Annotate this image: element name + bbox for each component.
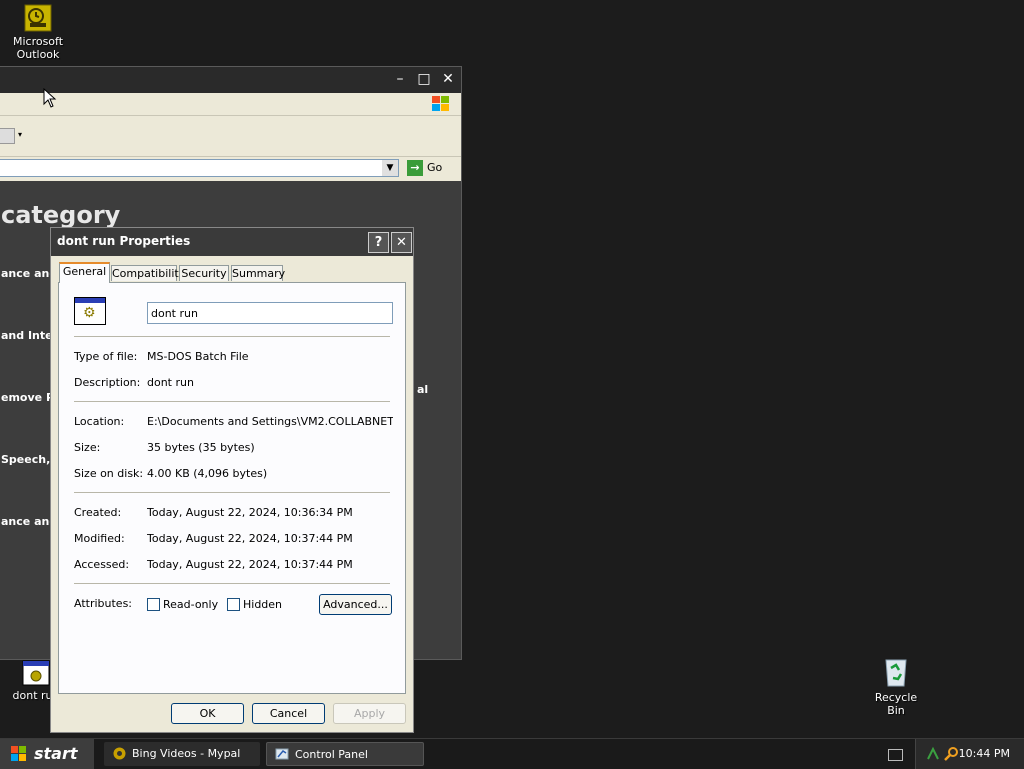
taskbar: start Bing Videos - Mypal Control Panel … xyxy=(0,738,1024,769)
dialog-titlebar: dont run Properties ? ✕ xyxy=(51,228,413,256)
type-value: MS-DOS Batch File xyxy=(147,350,249,363)
taskbar-button-control-panel[interactable]: Control Panel xyxy=(266,742,424,766)
desktop-icon-label: Recycle Bin xyxy=(874,691,918,717)
tab-general[interactable]: General xyxy=(59,262,110,283)
ok-button[interactable]: OK xyxy=(171,703,244,724)
dialog-title: dont run Properties xyxy=(57,234,191,248)
batch-file-icon: ⚙ xyxy=(74,297,106,325)
size-on-disk-value: 4.00 KB (4,096 bytes) xyxy=(147,467,268,480)
address-input[interactable]: ▼ xyxy=(0,159,399,177)
clock[interactable]: 10:44 PM xyxy=(959,747,1010,760)
go-button[interactable]: → Go xyxy=(407,159,457,177)
task-label: Control Panel xyxy=(295,748,368,761)
maximize-button[interactable]: □ xyxy=(415,71,433,88)
general-tab-panel: ⚙ Type of file: MS-DOS Batch File Descri… xyxy=(58,282,406,694)
control-panel-titlebar: – □ ✕ xyxy=(0,67,461,93)
accessed-label: Accessed: xyxy=(74,558,130,571)
network-arrow-icon[interactable] xyxy=(926,746,940,762)
keyboard-icon[interactable] xyxy=(888,749,903,761)
accessed-value: Today, August 22, 2024, 10:37:44 PM xyxy=(147,558,353,571)
hidden-checkbox[interactable] xyxy=(227,598,240,611)
search-icon[interactable] xyxy=(944,746,960,762)
size-label: Size: xyxy=(74,441,101,454)
mouse-cursor-icon xyxy=(43,88,57,108)
readonly-label: Read-only xyxy=(163,598,219,611)
created-value: Today, August 22, 2024, 10:36:34 PM xyxy=(147,506,353,519)
menu-bar xyxy=(0,93,461,116)
created-label: Created: xyxy=(74,506,122,519)
toolbar: ▾ xyxy=(0,116,461,157)
outlook-icon xyxy=(24,4,52,32)
cancel-button[interactable]: Cancel xyxy=(252,703,325,724)
advanced-button[interactable]: Advanced... xyxy=(319,594,392,615)
desktop-icon-outlook[interactable]: Microsoft Outlook xyxy=(8,4,68,61)
minimize-button[interactable]: – xyxy=(391,71,409,88)
views-button[interactable] xyxy=(0,128,15,144)
recycle-bin-icon xyxy=(885,659,907,687)
windows-flag-icon xyxy=(11,746,26,761)
tab-compatibility[interactable]: Compatibility xyxy=(111,265,185,281)
tab-security[interactable]: Security xyxy=(179,265,229,281)
batch-file-icon xyxy=(22,660,50,686)
readonly-checkbox[interactable] xyxy=(147,598,160,611)
size-value: 35 bytes (35 bytes) xyxy=(147,441,255,454)
description-value: dont run xyxy=(147,376,194,389)
control-panel-icon xyxy=(275,748,289,760)
category-link[interactable]: emove P xyxy=(1,391,54,404)
desktop-icon-label: Microsoft Outlook xyxy=(12,35,64,61)
category-link-fragment[interactable]: al xyxy=(417,383,428,396)
tab-summary[interactable]: Summary xyxy=(231,265,285,281)
desktop-icon-recycle-bin[interactable]: Recycle Bin xyxy=(866,656,926,717)
type-label: Type of file: xyxy=(74,350,138,363)
category-link[interactable]: ance and xyxy=(1,515,57,528)
start-button[interactable]: start xyxy=(0,739,94,769)
system-tray: 10:44 PM xyxy=(915,739,1024,769)
windows-logo-icon xyxy=(432,96,449,111)
browser-icon xyxy=(113,747,126,760)
description-label: Description: xyxy=(74,376,141,389)
modified-value: Today, August 22, 2024, 10:37:44 PM xyxy=(147,532,353,545)
start-label: start xyxy=(34,744,78,763)
close-button[interactable]: ✕ xyxy=(439,71,457,88)
help-button[interactable]: ? xyxy=(368,232,389,253)
location-label: Location: xyxy=(74,415,125,428)
taskbar-button-bing-videos[interactable]: Bing Videos - Mypal xyxy=(104,742,260,766)
size-on-disk-label: Size on disk: xyxy=(74,467,144,480)
modified-label: Modified: xyxy=(74,532,125,545)
close-button[interactable]: ✕ xyxy=(391,232,412,253)
task-label: Bing Videos - Mypal xyxy=(132,747,241,760)
hidden-label: Hidden xyxy=(243,598,283,611)
properties-dialog: dont run Properties ? ✕ General Compatib… xyxy=(50,227,414,733)
views-dropdown-arrow-icon[interactable]: ▾ xyxy=(18,130,22,139)
apply-button[interactable]: Apply xyxy=(333,703,406,724)
address-bar: ▼ → Go xyxy=(0,157,461,181)
category-heading: category xyxy=(1,201,121,229)
go-label: Go xyxy=(427,161,443,174)
go-arrow-icon: → xyxy=(407,160,423,176)
category-link[interactable]: and Inte xyxy=(1,329,53,342)
location-value: E:\Documents and Settings\VM2.COLLABNET\… xyxy=(147,415,393,428)
address-dropdown-icon[interactable]: ▼ xyxy=(382,160,398,176)
file-name-input[interactable] xyxy=(147,302,393,324)
attributes-label: Attributes: xyxy=(74,597,133,610)
